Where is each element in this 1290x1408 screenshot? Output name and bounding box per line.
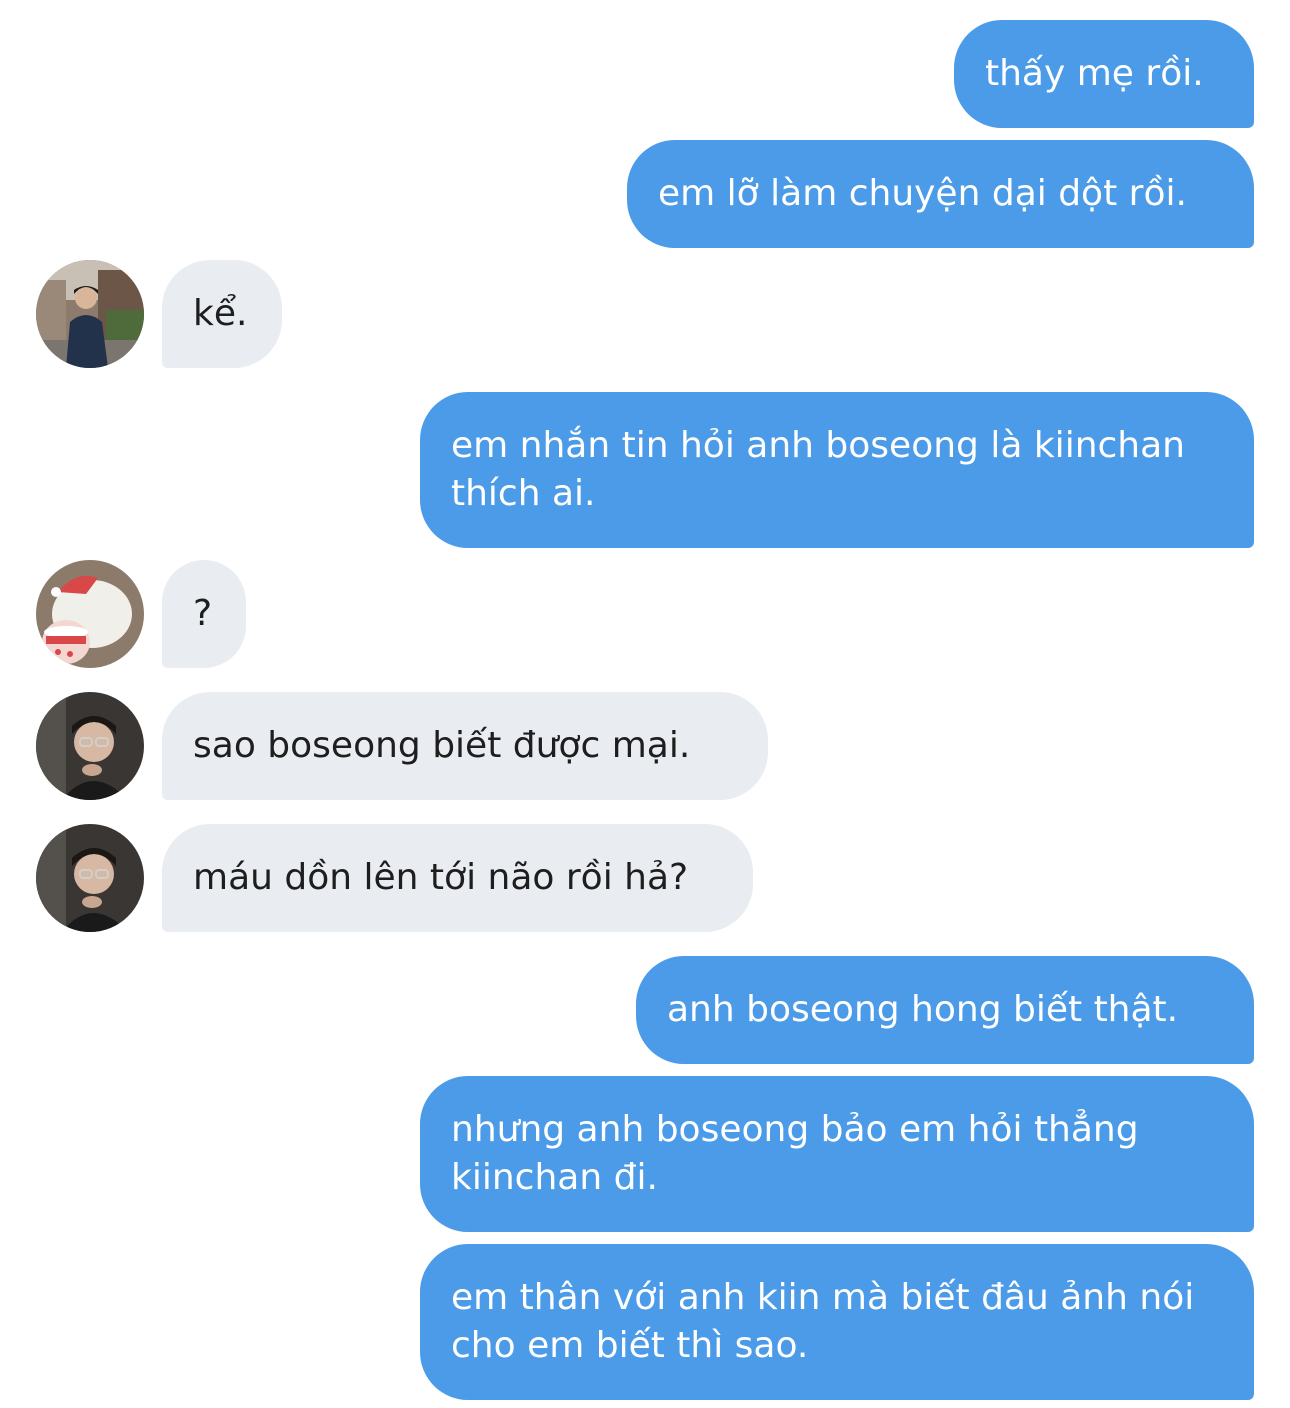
received-message-bubble[interactable]: ?	[162, 560, 246, 668]
message-text: em thân với anh kiin mà biết đâu ảnh nói…	[451, 1277, 1195, 1366]
sent-message-bubble[interactable]: anh boseong hong biết thật.	[636, 956, 1254, 1064]
message-text: em nhắn tin hỏi anh boseong là kiinchan …	[451, 425, 1185, 514]
message-text: máu dồn lên tới não rồi hả?	[193, 857, 689, 898]
message-text: anh boseong hong biết thật.	[667, 989, 1179, 1030]
message-text: kể.	[193, 293, 248, 334]
received-message-bubble[interactable]: kể.	[162, 260, 282, 368]
avatar-photo-glasses[interactable]	[36, 824, 144, 932]
sent-message-bubble[interactable]: nhưng anh boseong bảo em hỏi thẳng kiinc…	[420, 1076, 1254, 1232]
received-message-bubble[interactable]: máu dồn lên tới não rồi hả?	[162, 824, 753, 932]
message-text: sao boseong biết được mại.	[193, 725, 691, 766]
received-message-bubble[interactable]: sao boseong biết được mại.	[162, 692, 768, 800]
sent-message-bubble[interactable]: em nhắn tin hỏi anh boseong là kiinchan …	[420, 392, 1254, 548]
sent-message-bubble[interactable]: em lỡ làm chuyện dại dột rồi.	[627, 140, 1254, 248]
sent-message-bubble[interactable]: em thân với anh kiin mà biết đâu ảnh nói…	[420, 1244, 1254, 1400]
avatar-cartoon-bear[interactable]	[36, 560, 144, 668]
message-text: thấy mẹ rồi.	[985, 53, 1204, 94]
avatar-photo-street[interactable]	[36, 260, 144, 368]
message-text: ?	[193, 593, 213, 634]
message-text: em lỡ làm chuyện dại dột rồi.	[658, 173, 1187, 214]
message-text: nhưng anh boseong bảo em hỏi thẳng kiinc…	[451, 1109, 1139, 1198]
avatar-photo-glasses[interactable]	[36, 692, 144, 800]
sent-message-bubble[interactable]: thấy mẹ rồi.	[954, 20, 1254, 128]
